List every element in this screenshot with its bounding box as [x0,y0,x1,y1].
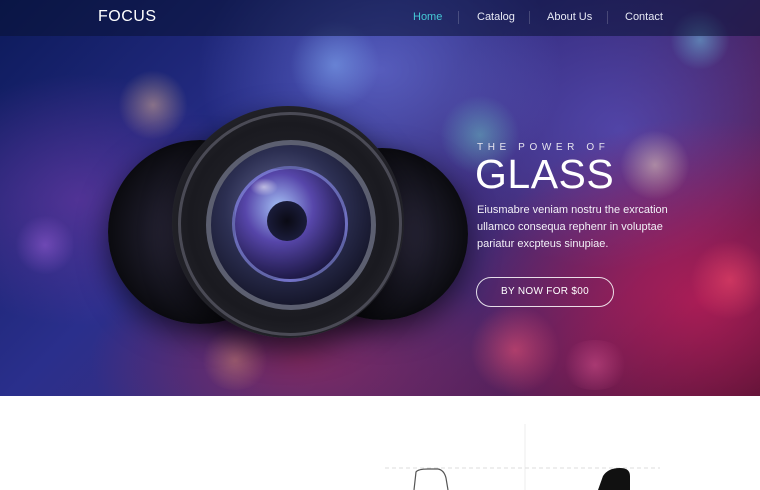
product-preview-image [385,424,660,490]
lens-highlight [250,178,278,196]
nav-home[interactable]: Home [413,11,442,23]
nav-divider [458,11,459,24]
bokeh-light [560,340,630,390]
bokeh-light [690,240,760,320]
nav-divider [529,11,530,24]
hero-body-line: pariatur excpteus sinupiae. [477,238,609,250]
hero-body-line: Eiusmabre veniam nostru the exrcation [477,204,668,216]
nav-catalog[interactable]: Catalog [477,11,515,23]
hero-body-line: ullamco consequa rephenr in voluptae [477,221,663,233]
nav-divider [607,11,608,24]
top-navbar: FOCUS Home Catalog About Us Contact [0,0,760,36]
content-section [0,396,760,490]
camera-lens [172,106,404,338]
nav-about-us[interactable]: About Us [547,11,592,23]
hero-headline: GLASS [475,151,615,197]
buy-now-button[interactable]: BY NOW FOR $00 [476,277,614,307]
bokeh-light [118,70,188,140]
nav-contact[interactable]: Contact [625,11,663,23]
hero-banner: THE POWER OF GLASS Eiusmabre veniam nost… [0,0,760,396]
lens-aperture [267,201,307,241]
bokeh-light [620,130,690,200]
bokeh-light [200,330,270,390]
brand-logo[interactable]: FOCUS [98,8,157,26]
bokeh-light [15,215,75,275]
bokeh-light [470,305,560,395]
